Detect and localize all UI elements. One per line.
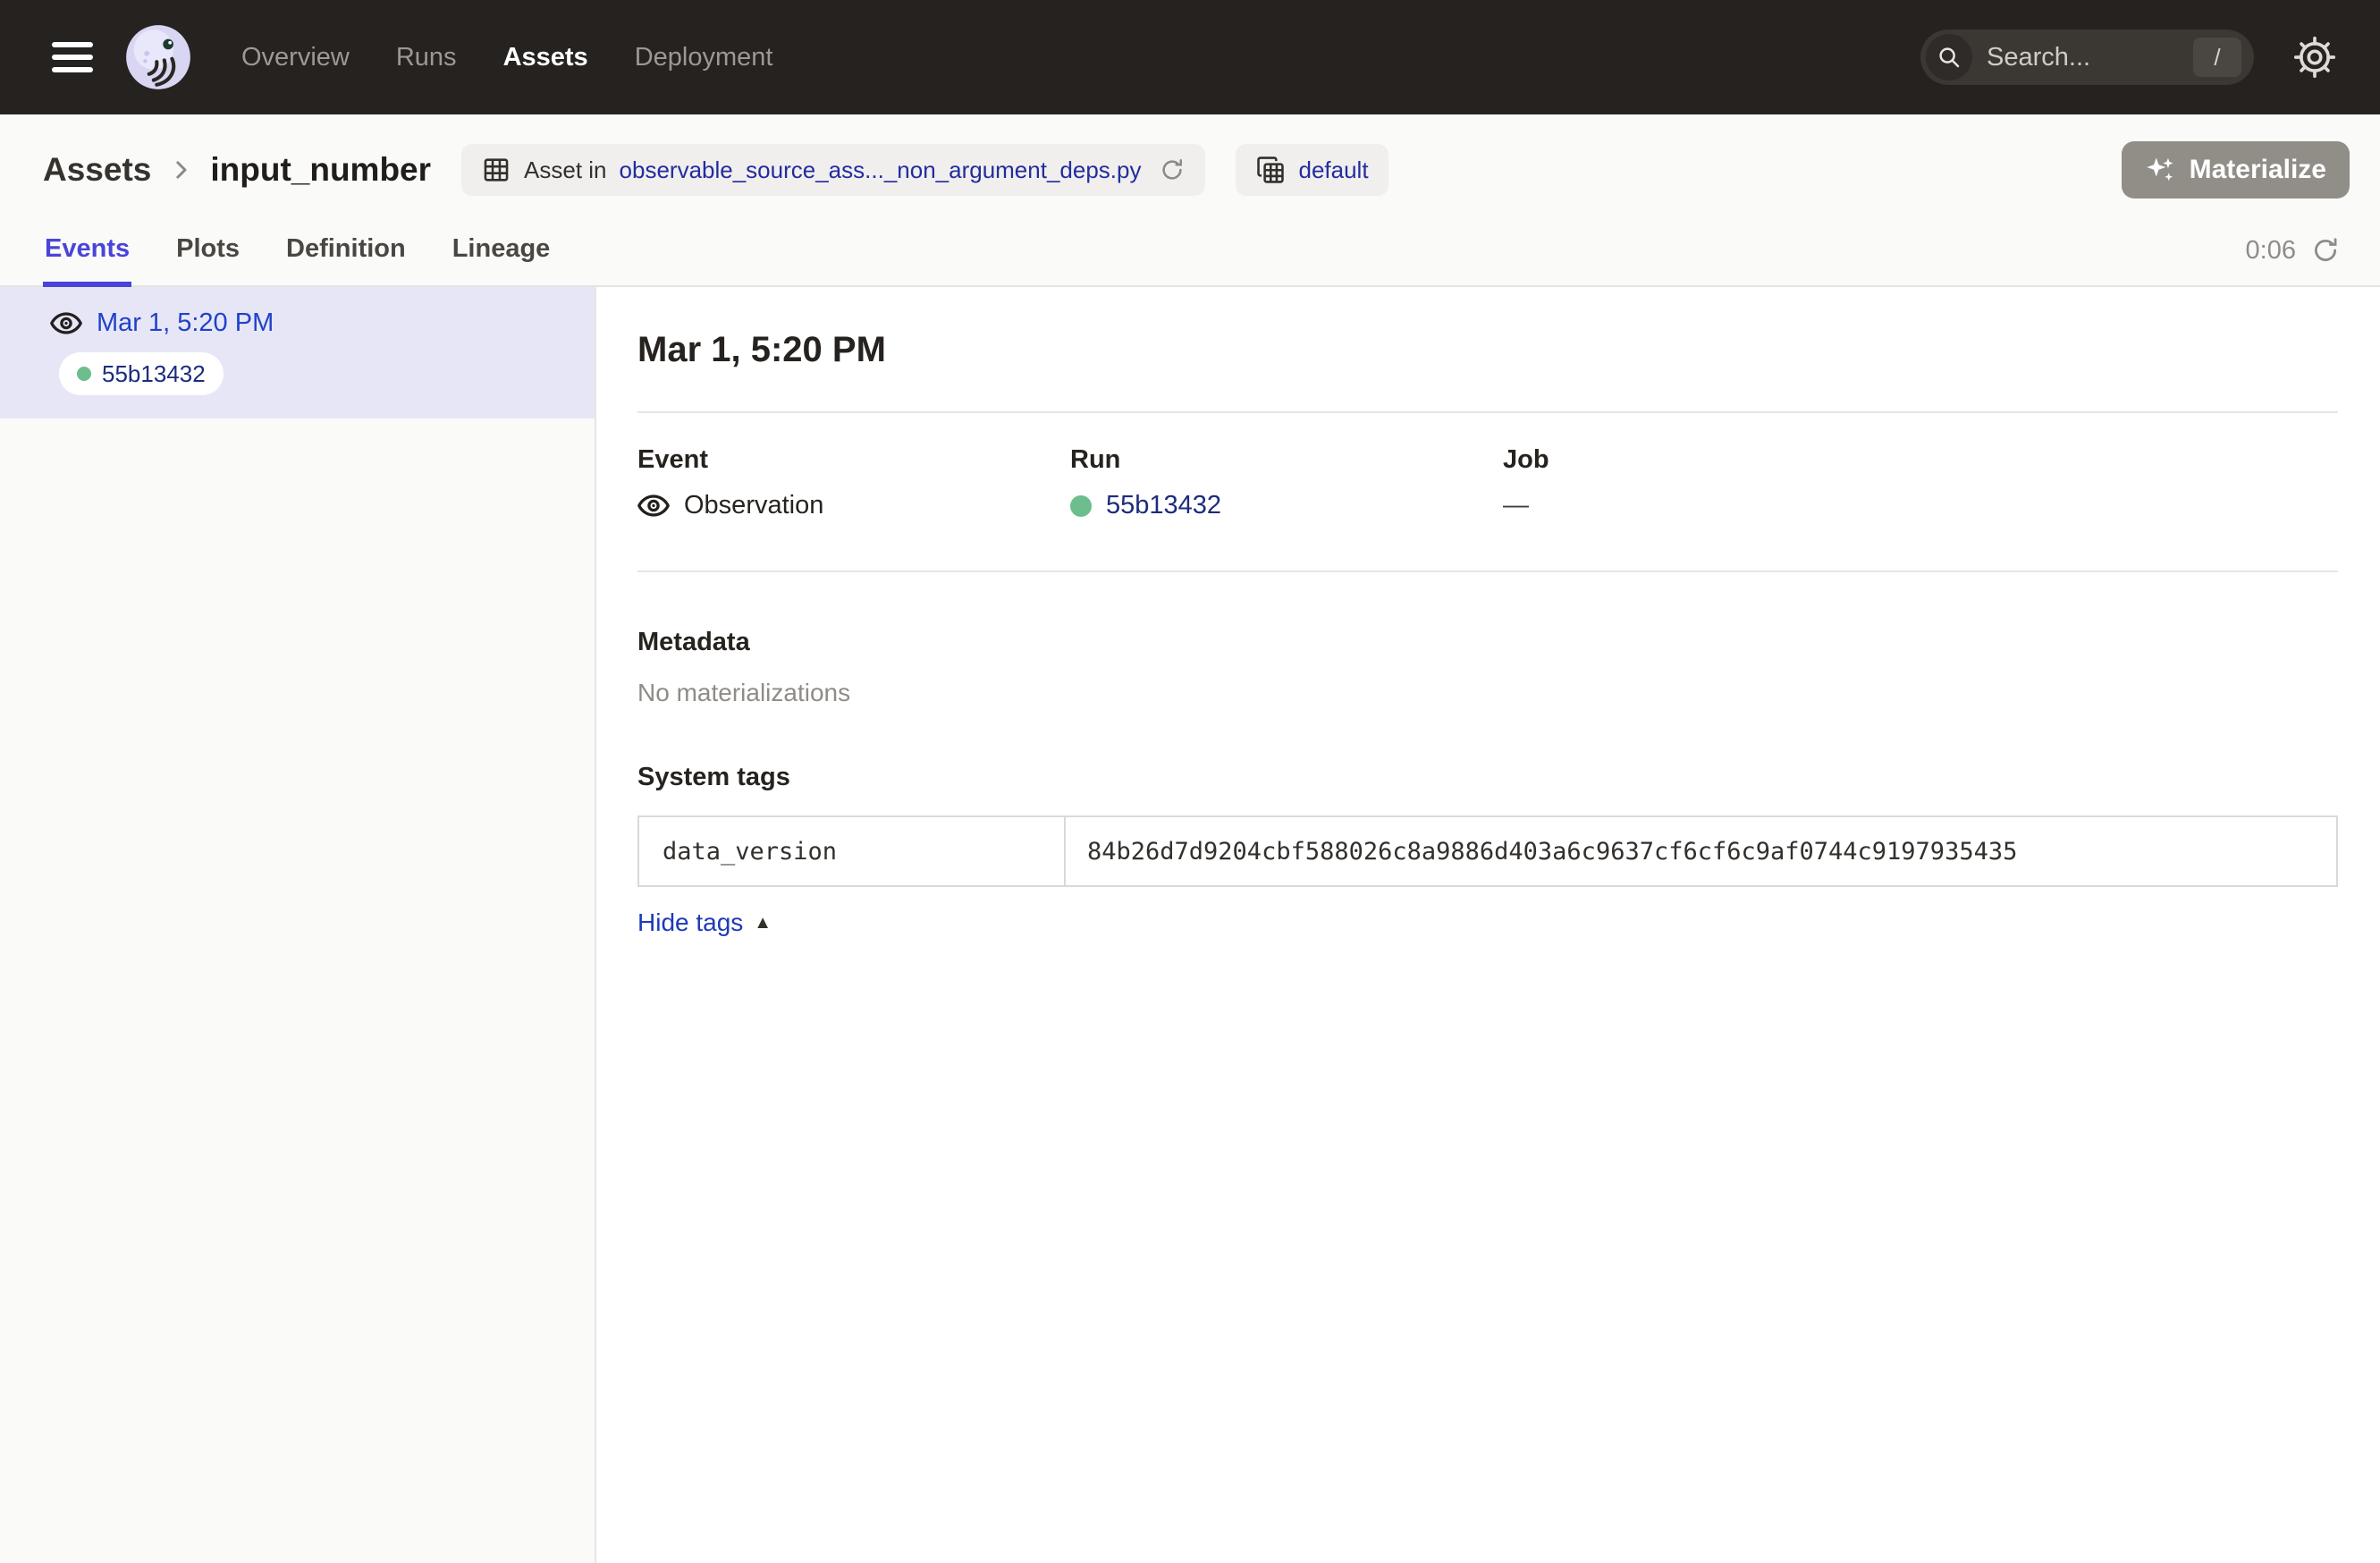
breadcrumb-row: Assets input_number Asset in observable_… [0,114,2380,215]
top-nav: Overview Runs Assets Deployment / [0,0,2380,114]
metadata-empty-text: No materializations [637,679,2338,707]
slash-shortcut-badge: / [2193,38,2241,77]
nav-item-deployment[interactable]: Deployment [635,43,773,72]
event-detail-title: Mar 1, 5:20 PM [637,330,2338,370]
event-list-sidebar: Mar 1, 5:20 PM 55b13432 [0,287,596,1563]
chevron-right-icon [167,156,194,183]
nav-item-assets[interactable]: Assets [503,43,588,72]
refresh-icon[interactable] [2310,235,2341,266]
materialize-label: Materialize [2190,155,2326,185]
run-id-pill[interactable]: 55b13432 [59,352,224,395]
caret-up-icon: ▲ [754,913,772,934]
run-id-link[interactable]: 55b13432 [1106,491,1221,520]
asset-file-link[interactable]: observable_source_ass..._non_argument_de… [620,156,1142,184]
page-title: input_number [210,151,431,189]
tab-plots[interactable]: Plots [174,215,241,287]
hide-tags-label: Hide tags [637,908,743,937]
table-icon [481,155,511,185]
search-input[interactable] [1987,43,2193,72]
job-column-header: Job [1503,445,2338,475]
primary-nav: Overview Runs Assets Deployment [241,43,772,72]
tab-lineage[interactable]: Lineage [451,215,553,287]
asset-in-label: Asset in [524,156,607,184]
tab-definition[interactable]: Definition [284,215,408,287]
eye-icon [637,494,670,518]
repo-name-link[interactable]: default [1298,156,1368,184]
nav-item-runs[interactable]: Runs [396,43,457,72]
gear-icon[interactable] [2291,34,2338,80]
breadcrumb-assets-link[interactable]: Assets [43,151,151,189]
asset-location-chip: Asset in observable_source_ass..._non_ar… [461,144,1205,196]
hamburger-menu-icon[interactable] [52,42,93,72]
search-box[interactable]: / [1920,30,2254,85]
event-summary-columns: Event Observation Run [637,445,2338,520]
event-detail-panel: Mar 1, 5:20 PM Event Observation [596,287,2380,1563]
divider [637,570,2338,572]
tab-bar: Events Plots Definition Lineage 0:06 [0,215,2380,287]
tab-events[interactable]: Events [43,215,131,287]
event-type-value: Observation [684,491,823,520]
tag-value-cell: 84b26d7d9204cbf588026c8a9886d403a6c9637c… [1066,817,2336,885]
content-area: Mar 1, 5:20 PM 55b13432 Mar 1, 5:20 PM E… [0,287,2380,1563]
event-column-header: Event [637,445,1070,475]
metadata-heading: Metadata [637,628,2338,657]
app-window: Overview Runs Assets Deployment / [0,0,2380,1563]
system-tags-table: data_version 84b26d7d9204cbf588026c8a988… [637,815,2338,887]
hide-tags-toggle[interactable]: Hide tags ▲ [637,908,772,937]
system-tags-heading: System tags [637,763,2338,792]
job-empty-value: — [1503,491,1529,520]
event-list-item[interactable]: Mar 1, 5:20 PM 55b13432 [0,287,595,418]
breadcrumb: Assets input_number [43,151,431,189]
tag-key-cell: data_version [639,817,1066,885]
run-column-header: Run [1070,445,1503,475]
nav-item-overview[interactable]: Overview [241,43,350,72]
dagster-logo[interactable] [122,21,195,94]
search-icon [1926,34,1972,80]
run-id-label: 55b13432 [102,360,206,388]
refresh-countdown: 0:06 [2246,236,2296,266]
repo-icon [1255,155,1286,185]
run-status-dot [77,367,91,381]
divider [637,411,2338,413]
sparkles-icon [2145,154,2177,186]
reload-definitions-icon[interactable] [1159,156,1186,183]
run-status-dot [1070,495,1092,517]
materialize-button[interactable]: Materialize [2122,141,2350,199]
eye-icon [50,311,82,335]
repository-chip[interactable]: default [1236,144,1388,196]
page-header: Assets input_number Asset in observable_… [0,114,2380,287]
auto-refresh-timer: 0:06 [2246,235,2341,285]
event-timestamp-link[interactable]: Mar 1, 5:20 PM [97,308,274,338]
